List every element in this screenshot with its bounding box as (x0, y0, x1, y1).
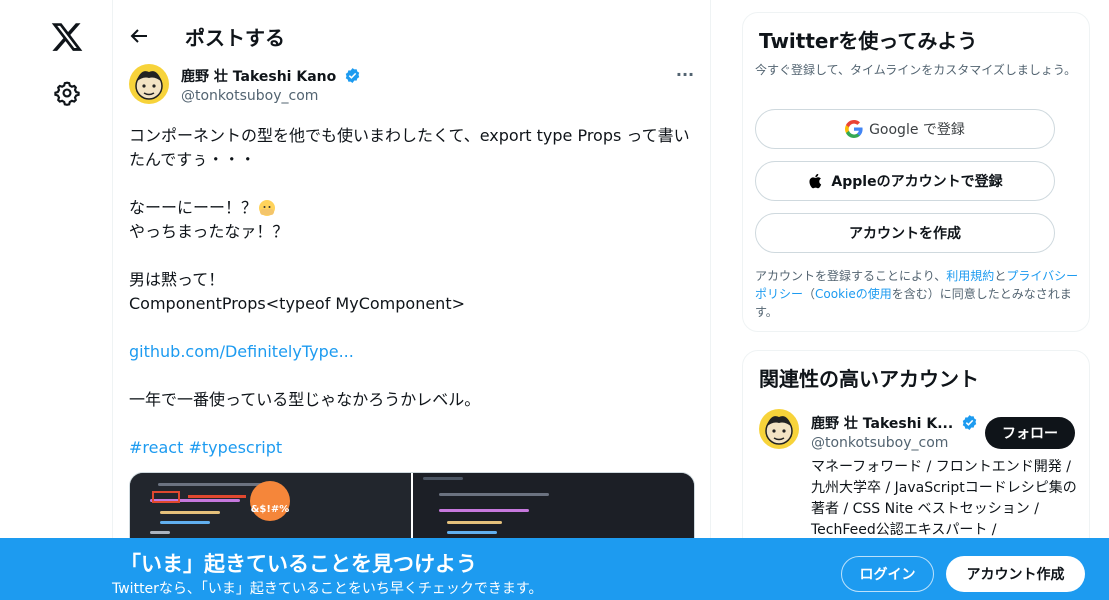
tweet-line: 一年で一番使っている型じゃなかろうかレベル。 (129, 390, 481, 409)
avatar[interactable] (129, 64, 169, 104)
terms-text: アカウントを登録することにより、利用規約とプライバシーポリシー（Cookieの使… (755, 267, 1085, 321)
gear-icon[interactable] (54, 80, 80, 106)
related-name-text: 鹿野 壮 Takeshi K... (811, 416, 954, 432)
related-account-handle: @tonkotsuboy_com (811, 435, 949, 451)
cookie-link[interactable]: Cookieの使用 (815, 287, 892, 301)
angry-emoji-icon: &$!#% (250, 481, 290, 521)
tweet-body: コンポーネントの型を他でも使いまわしたくて、export type Props … (129, 124, 699, 484)
create-account-button[interactable]: アカウントを作成 (755, 213, 1055, 253)
left-nav (0, 0, 112, 600)
related-card-title: 関連性の高いアカウント (759, 367, 979, 391)
google-signup-label: Google で登録 (869, 122, 965, 138)
tweet-author: 鹿野 壮 Takeshi Kano @tonkotsuboy_com ··· (129, 62, 697, 110)
author-handle: @tonkotsuboy_com (181, 88, 319, 104)
apple-signup-label: Appleのアカウントで登録 (831, 174, 1003, 190)
tweet-line: コンポーネントの型を他でも使いまわしたくて、export type Props … (129, 126, 690, 169)
login-button[interactable]: ログイン (841, 556, 934, 592)
apple-signup-button[interactable]: Appleのアカウントで登録 (755, 161, 1055, 201)
signup-banner: 「いま」起きていることを見つけよう Twitterなら、「いま」起きていることを… (0, 538, 1109, 600)
tweet-hashtags[interactable]: #react #typescript (129, 438, 282, 457)
signup-card-title: Twitterを使ってみよう (759, 29, 978, 53)
author-name[interactable]: 鹿野 壮 Takeshi Kano (181, 66, 361, 86)
related-account-bio: マネーフォワード / フロントエンド開発 / 九州大学卒 / JavaScrip… (811, 459, 1077, 538)
signup-card-subtitle: 今すぐ登録して、タイムラインをカスタマイズしましょう。 (755, 63, 1077, 77)
terms-and: と (994, 269, 1007, 283)
main-column: ポストする 鹿野 壮 Takeshi Kano @tonkotsuboy_com… (112, 0, 711, 600)
tweet-line: 男は黙って！ (129, 270, 225, 289)
apple-icon (809, 173, 822, 189)
google-icon (845, 120, 863, 138)
banner-title: 「いま」起きていることを見つけよう (120, 552, 477, 576)
tweet-link[interactable]: github.com/DefinitelyType... (129, 342, 354, 361)
author-name-text: 鹿野 壮 Takeshi Kano (181, 69, 337, 85)
x-logo-icon[interactable] (50, 20, 84, 54)
tweet-line: ComponentProps<typeof MyComponent> (129, 294, 465, 313)
banner-subtitle: Twitterなら、「いま」起きていることをいち早くチェックできます。 (112, 581, 543, 597)
signup-card: Twitterを使ってみよう 今すぐ登録して、タイムラインをカスタマイズしましょ… (742, 12, 1090, 332)
emoji-symbols: &$!#% (250, 504, 290, 515)
tweet-line: なーーにーー！？ (129, 198, 258, 217)
terms-link[interactable]: 利用規約 (946, 269, 994, 283)
avatar[interactable] (759, 409, 799, 449)
tweet-line: やっちまったなァ！？ (129, 222, 289, 241)
terms-prefix: アカウントを登録することにより、 (755, 269, 947, 283)
peeking-emoji-icon (259, 200, 276, 216)
more-options-icon[interactable]: ··· (673, 66, 697, 90)
signup-button[interactable]: アカウント作成 (946, 556, 1085, 592)
back-arrow-icon[interactable] (127, 24, 151, 48)
google-signup-button[interactable]: Google で登録 (755, 109, 1055, 149)
terms-paren: （ (803, 287, 816, 301)
verified-badge-icon (962, 415, 977, 430)
follow-button[interactable]: フォロー (985, 417, 1075, 449)
create-account-label: アカウントを作成 (849, 226, 961, 242)
verified-badge-icon (345, 68, 360, 83)
related-account-name[interactable]: 鹿野 壮 Takeshi K... (811, 413, 978, 433)
page-title: ポストする (185, 26, 285, 50)
